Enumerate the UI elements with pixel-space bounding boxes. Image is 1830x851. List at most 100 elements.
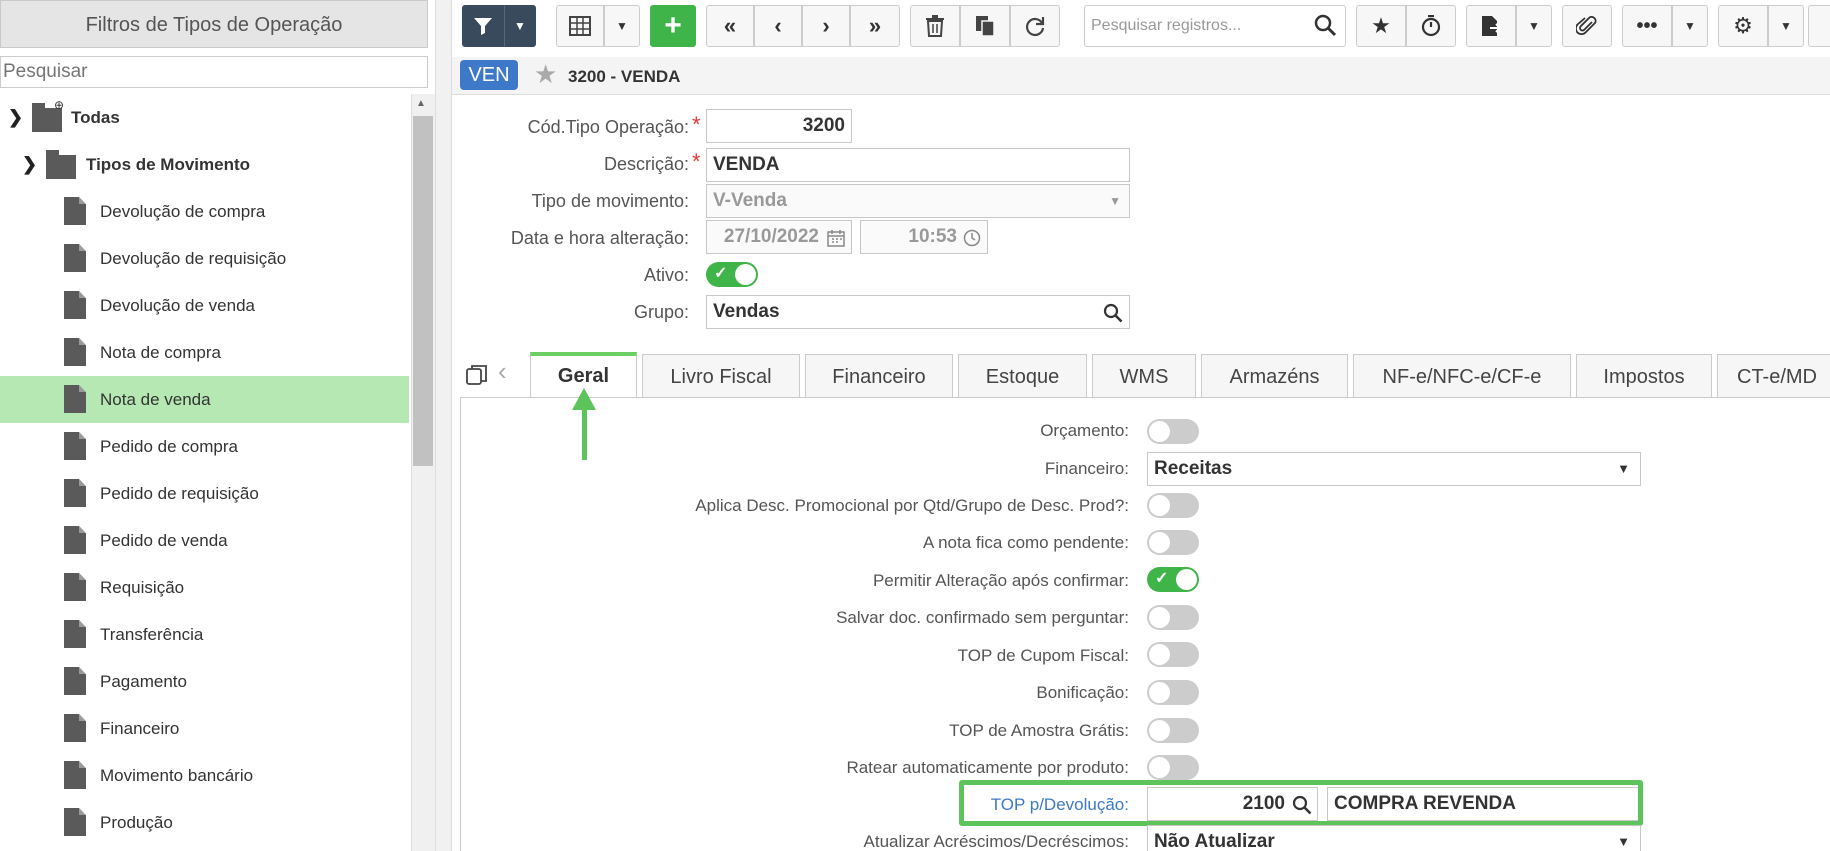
tree-item[interactable]: Transferência (0, 611, 409, 658)
date-value: 27/10/2022 (723, 226, 819, 247)
atualizar-select[interactable]: Não Atualizar ▼ (1147, 825, 1641, 851)
tab-4[interactable]: Estoque (958, 354, 1087, 398)
last-record-button[interactable]: » (850, 5, 900, 47)
tab-6[interactable]: Armazéns (1201, 354, 1348, 398)
grid-view-button[interactable] (556, 5, 604, 47)
attach-button[interactable] (1562, 5, 1612, 47)
tree-item[interactable]: Devolução de requisição (0, 235, 409, 282)
add-button[interactable]: + (650, 5, 696, 47)
ativo-label: Ativo: (643, 265, 689, 285)
tab-2[interactable]: Livro Fiscal (642, 354, 800, 398)
refresh-icon (1025, 17, 1045, 37)
ratear-toggle[interactable] (1147, 755, 1199, 780)
ativo-toggle[interactable]: ✓ (706, 262, 758, 287)
amostra-toggle[interactable] (1147, 718, 1199, 743)
orcamento-label: Orçamento: (1040, 421, 1129, 440)
tab-5[interactable]: WMS (1092, 354, 1196, 398)
filter-button[interactable] (462, 5, 504, 47)
chevron-down-icon[interactable]: ❯ (22, 154, 37, 175)
settings-button[interactable]: ⚙ (1718, 5, 1768, 47)
pendente-toggle[interactable] (1147, 530, 1199, 555)
tree-item[interactable]: Devolução de venda (0, 282, 409, 329)
trash-icon (926, 15, 944, 37)
next-record-button[interactable]: › (802, 5, 850, 47)
permitir-toggle[interactable]: ✓ (1147, 567, 1199, 592)
first-record-button[interactable]: « (706, 5, 754, 47)
cod-input[interactable]: 3200 (706, 109, 852, 143)
filter-dropdown-button[interactable]: ▼ (504, 5, 536, 47)
grupo-input[interactable]: Vendas (706, 295, 1130, 329)
aplica-toggle[interactable] (1147, 493, 1199, 518)
tree-item-label: Devolução de requisição (100, 248, 287, 268)
chevron-right-icon: › (822, 13, 830, 38)
tree-item[interactable]: Financeiro (0, 705, 409, 752)
tab-9[interactable]: CT-e/MD (1717, 354, 1830, 398)
more-actions-dropdown-button[interactable]: ▼ (1672, 5, 1708, 47)
tree-item[interactable]: Pedido de compra (0, 423, 409, 470)
tab-7[interactable]: NF-e/NFC-e/CF-e (1353, 354, 1571, 398)
duplicate-button[interactable] (960, 5, 1010, 47)
salvar-label: Salvar doc. confirmado sem perguntar: (836, 608, 1129, 627)
records-search-input[interactable]: Pesquisar registros... (1084, 5, 1346, 47)
export-button[interactable] (1466, 5, 1516, 47)
filter-panel: Filtros de Tipos de Operação ❯ ⊕ Todas ❯… (0, 0, 435, 851)
document-icon (64, 432, 86, 460)
previous-record-button[interactable]: ‹ (754, 5, 802, 47)
pendente-label: A nota fica como pendente: (922, 533, 1129, 552)
file-export-icon (1482, 16, 1501, 36)
grupo-label: Grupo: (633, 302, 689, 322)
star-icon[interactable]: ★ (534, 59, 557, 90)
timer-button[interactable] (1406, 5, 1456, 47)
tree-item[interactable]: Devolução de compra (0, 188, 409, 235)
tree-node-root[interactable]: ❯ ⊕ Todas (0, 94, 409, 141)
tab-3[interactable]: Financeiro (805, 354, 953, 398)
filter-icon (474, 18, 492, 35)
tree-scrollbar-thumb[interactable] (413, 116, 433, 466)
tree-item[interactable]: Pagamento (0, 658, 409, 705)
tree-node-group[interactable]: ❯ Tipos de Movimento (0, 141, 409, 188)
tree-item[interactable]: Pedido de venda (0, 517, 409, 564)
toolbar-overflow-button[interactable] (1808, 5, 1830, 47)
salvar-toggle[interactable] (1147, 605, 1199, 630)
stopwatch-icon (1421, 15, 1441, 37)
tree-item[interactable]: Produção (0, 799, 409, 846)
tree-item[interactable]: Movimento bancário (0, 752, 409, 799)
search-placeholder: Pesquisar registros... (1091, 17, 1242, 34)
record-header: VEN ★ 3200 - VENDA (452, 57, 1830, 95)
double-chevron-right-icon: » (868, 13, 882, 38)
chevron-left-icon[interactable]: ‹ (498, 356, 507, 387)
tab-8[interactable]: Impostos (1576, 354, 1712, 398)
tipo-select[interactable]: V-Venda ▼ (706, 184, 1130, 218)
table-icon (569, 16, 591, 36)
financeiro-select[interactable]: Receitas ▼ (1147, 452, 1641, 486)
time-input[interactable]: 10:53 (860, 220, 988, 254)
delete-button[interactable] (910, 5, 960, 47)
tree-item[interactable]: Requisição (0, 564, 409, 611)
chevron-down-icon[interactable]: ❯ (8, 107, 23, 128)
scroll-up-icon[interactable]: ▲ (416, 98, 426, 109)
record-title: 3200 - VENDA (568, 67, 681, 86)
panel-splitter[interactable] (435, 0, 452, 851)
favorite-button[interactable]: ★ (1356, 5, 1406, 47)
calendar-icon (827, 230, 845, 247)
grid-view-dropdown-button[interactable]: ▼ (604, 5, 640, 47)
bonificacao-toggle[interactable] (1147, 680, 1199, 705)
document-icon (64, 479, 86, 507)
refresh-button[interactable] (1010, 5, 1060, 47)
tree-item[interactable]: Nota de compra (0, 329, 409, 376)
star-icon: ★ (1371, 13, 1391, 38)
date-input[interactable]: 27/10/2022 (706, 220, 852, 254)
tree-item-label: Pedido de compra (100, 436, 238, 456)
tree-item[interactable]: Pedido de requisição (0, 470, 409, 517)
settings-dropdown-button[interactable]: ▼ (1768, 5, 1804, 47)
desc-input[interactable]: VENDA (706, 148, 1130, 182)
tree-item-label: Financeiro (100, 718, 180, 738)
orcamento-toggle[interactable] (1147, 419, 1199, 444)
cupom-toggle[interactable] (1147, 642, 1199, 667)
filter-search-input[interactable] (0, 56, 428, 88)
more-actions-button[interactable]: ••• (1622, 5, 1672, 47)
tree-item[interactable]: Nota de venda (0, 376, 409, 423)
tree-item-label: Requisição (100, 577, 185, 597)
annotation-arrow-shaft (582, 405, 587, 460)
export-dropdown-button[interactable]: ▼ (1516, 5, 1552, 47)
